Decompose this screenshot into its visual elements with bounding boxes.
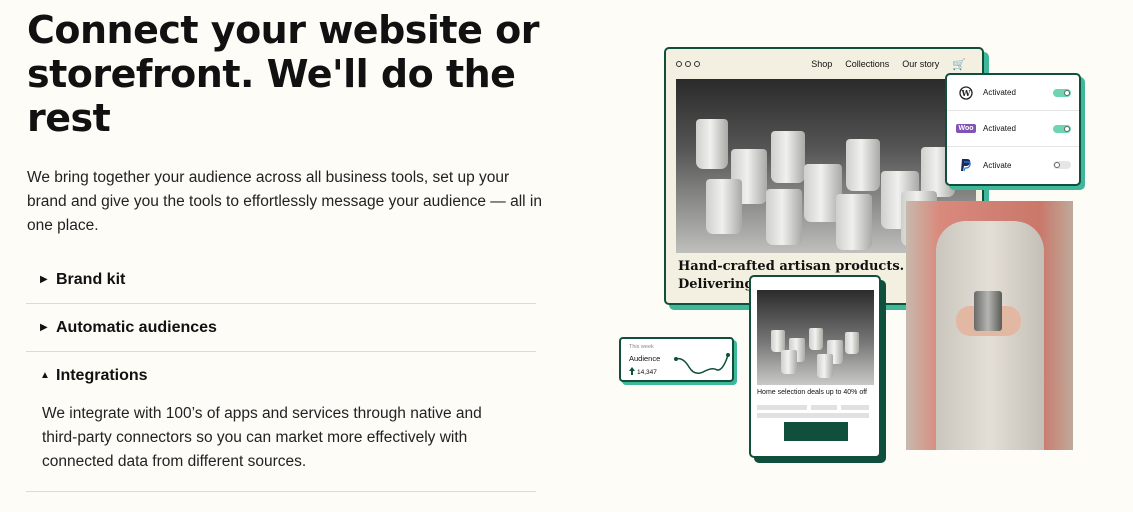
intro-paragraph: We bring together your audience across a… — [27, 169, 542, 234]
nav-shop[interactable]: Shop — [811, 59, 832, 69]
accordion-header-brand-kit[interactable]: ▶ Brand kit — [26, 256, 536, 303]
nav-collections[interactable]: Collections — [845, 59, 889, 69]
paypal-icon — [955, 158, 977, 172]
storefront-topbar: Shop Collections Our story 🛒 — [666, 49, 982, 79]
audience-card: This week Audience 14,347 — [619, 337, 734, 382]
integration-row-wordpress: W Activated — [947, 75, 1079, 111]
audience-count: 14,347 — [629, 367, 657, 377]
nav-our-story[interactable]: Our story — [902, 59, 939, 69]
integration-row-woo: Woo Activated — [947, 111, 1079, 147]
accordion-body-integrations: We integrate with 100’s of apps and serv… — [42, 405, 482, 470]
triangle-right-icon: ▶ — [40, 322, 48, 333]
svg-text:W: W — [961, 88, 972, 98]
accordion-label: Integrations — [56, 366, 148, 384]
email-cta-button[interactable] — [784, 422, 848, 441]
accordion-item-brand-kit: ▶ Brand kit — [26, 256, 536, 304]
accordion-item-automatic-audiences: ▶ Automatic audiences — [26, 304, 536, 352]
integrations-card: W Activated Woo Activated Activate — [945, 73, 1081, 186]
accordion-header-integrations[interactable]: ▲ Integrations — [26, 352, 536, 399]
audience-label: Audience — [629, 354, 661, 363]
page-headline: Connect your website or storefront. We'l… — [27, 8, 539, 140]
accordion-label: Brand kit — [56, 270, 126, 288]
feature-accordion: ▶ Brand kit ▶ Automatic audiences ▲ Inte… — [26, 256, 536, 492]
audience-period: This week — [629, 344, 654, 350]
triangle-up-icon: ▲ — [40, 370, 50, 381]
email-preview-card: Home selection deals up to 40% off — [749, 275, 881, 458]
accordion-item-integrations: ▲ Integrations We integrate with 100’s o… — [26, 352, 536, 492]
accordion-label: Automatic audiences — [56, 318, 217, 336]
wordpress-icon: W — [955, 85, 977, 100]
email-image-pottery — [757, 290, 874, 385]
integration-status: Activate — [983, 160, 1012, 170]
integration-row-paypal: Activate — [947, 147, 1079, 183]
artisan-photo — [906, 201, 1073, 450]
up-arrow-icon — [629, 367, 635, 377]
integration-toggle[interactable] — [1053, 88, 1071, 97]
accordion-header-automatic-audiences[interactable]: ▶ Automatic audiences — [26, 304, 536, 351]
window-dots-icon — [676, 61, 700, 67]
woo-icon: Woo — [956, 124, 976, 133]
cart-icon[interactable]: 🛒 — [952, 58, 966, 71]
audience-trend-sparkline — [674, 353, 730, 374]
integration-toggle[interactable] — [1053, 161, 1071, 169]
integration-status: Activated — [983, 124, 1016, 133]
storefront-nav: Shop Collections Our story 🛒 — [811, 58, 966, 71]
integration-status: Activated — [983, 88, 1016, 97]
triangle-right-icon: ▶ — [40, 274, 48, 285]
integration-toggle[interactable] — [1053, 124, 1071, 133]
email-caption: Home selection deals up to 40% off — [757, 389, 867, 396]
